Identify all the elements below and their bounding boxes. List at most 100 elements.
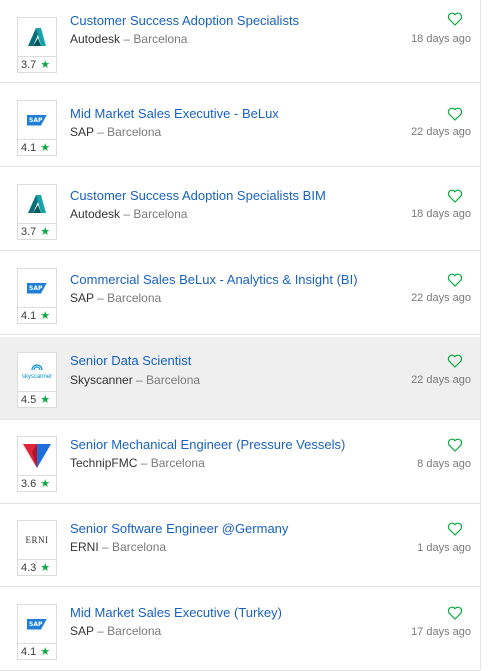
- skyscanner-logo: skyscanner: [17, 352, 57, 392]
- rating-badge: 4.5 ★: [17, 392, 57, 408]
- posted-age: 1 days ago: [417, 542, 471, 554]
- posted-age: 18 days ago: [411, 208, 471, 220]
- company-location: Autodesk – Barcelona: [70, 207, 187, 221]
- skyscanner-sunburst-icon: [31, 364, 43, 371]
- star-icon: ★: [40, 310, 51, 322]
- rating-value: 4.5: [21, 393, 37, 406]
- save-heart-icon[interactable]: [447, 437, 463, 453]
- company-location: Autodesk – Barcelona: [70, 32, 187, 46]
- company-location: ERNI – Barcelona: [70, 540, 166, 554]
- separator: –: [93, 624, 108, 638]
- company-name: TechnipFMC: [70, 456, 138, 470]
- rating-badge: 3.7 ★: [17, 57, 57, 73]
- company-name: ERNI: [70, 540, 99, 554]
- location: Barcelona: [146, 373, 201, 387]
- save-heart-icon[interactable]: [447, 11, 463, 27]
- posted-age: 22 days ago: [411, 126, 471, 138]
- company-location: SAP – Barcelona: [70, 125, 161, 139]
- rating-badge: 4.1 ★: [17, 644, 57, 660]
- location: Barcelona: [112, 540, 167, 554]
- posted-age: 22 days ago: [411, 292, 471, 304]
- separator: –: [98, 540, 113, 554]
- technipfmc-logo: [17, 436, 57, 476]
- job-listing-item[interactable]: SAP 4.1 ★ Commercial Sales BeLux - Analyt…: [0, 252, 480, 335]
- company-location: TechnipFMC – Barcelona: [70, 456, 205, 470]
- rating-value: 3.7: [21, 225, 37, 238]
- posted-age: 22 days ago: [411, 374, 471, 386]
- rating-badge: 4.1 ★: [17, 308, 57, 324]
- rating-value: 4.1: [21, 309, 37, 322]
- location: Barcelona: [133, 32, 188, 46]
- company-name: Autodesk: [70, 32, 121, 46]
- sap-logo: SAP: [17, 268, 57, 308]
- company-location: SAP – Barcelona: [70, 624, 161, 638]
- company-name: SAP: [70, 624, 94, 638]
- location: Barcelona: [107, 624, 162, 638]
- job-title-link[interactable]: Mid Market Sales Executive (Turkey): [70, 605, 282, 620]
- location: Barcelona: [133, 207, 188, 221]
- save-heart-icon[interactable]: [447, 188, 463, 204]
- erni-wordmark: ERNI: [25, 535, 49, 545]
- job-listing-item[interactable]: SAP 4.1 ★ Mid Market Sales Executive - Be…: [0, 84, 480, 167]
- star-icon: ★: [40, 562, 51, 574]
- rating-badge: 3.7 ★: [17, 224, 57, 240]
- erni-logo: ERNI: [17, 520, 57, 560]
- job-title-link[interactable]: Customer Success Adoption Specialists BI…: [70, 188, 326, 203]
- star-icon: ★: [40, 394, 51, 406]
- skyscanner-wordmark: skyscanner: [21, 374, 53, 380]
- posted-age: 8 days ago: [417, 458, 471, 470]
- rating-value: 3.7: [21, 58, 37, 71]
- star-icon: ★: [40, 646, 51, 658]
- save-heart-icon[interactable]: [447, 605, 463, 621]
- sap-logo-mark: SAP: [27, 618, 47, 630]
- separator: –: [120, 207, 134, 221]
- save-heart-icon[interactable]: [447, 353, 463, 369]
- job-title-link[interactable]: Customer Success Adoption Specialists: [70, 13, 299, 28]
- posted-age: 18 days ago: [411, 33, 471, 45]
- job-listing-item[interactable]: 3.7 ★ Customer Success Adoption Specialis…: [0, 0, 480, 83]
- company-name: Skyscanner: [70, 373, 133, 387]
- location: Barcelona: [107, 125, 162, 139]
- separator: –: [132, 373, 147, 387]
- job-title-link[interactable]: Senior Mechanical Engineer (Pressure Ves…: [70, 437, 345, 452]
- autodesk-logo: [17, 17, 57, 57]
- rating-value: 4.3: [21, 561, 37, 574]
- job-listing-item[interactable]: 3.6 ★ Senior Mechanical Engineer (Pressur…: [0, 421, 480, 504]
- save-heart-icon[interactable]: [447, 106, 463, 122]
- job-title-link[interactable]: Senior Data Scientist: [70, 353, 191, 368]
- sap-logo: SAP: [17, 604, 57, 644]
- rating-value: 4.1: [21, 141, 37, 154]
- posted-age: 17 days ago: [411, 626, 471, 638]
- star-icon: ★: [40, 478, 51, 490]
- rating-badge: 4.3 ★: [17, 560, 57, 576]
- company-name: Autodesk: [70, 207, 121, 221]
- sap-logo: SAP: [17, 100, 57, 140]
- rating-badge: 3.6 ★: [17, 476, 57, 492]
- save-heart-icon[interactable]: [447, 521, 463, 537]
- company-location: Skyscanner – Barcelona: [70, 373, 200, 387]
- rating-value: 4.1: [21, 645, 37, 658]
- star-icon: ★: [40, 226, 51, 238]
- separator: –: [137, 456, 151, 470]
- company-location: SAP – Barcelona: [70, 291, 161, 305]
- sap-logo-mark: SAP: [27, 282, 47, 294]
- job-title-link[interactable]: Senior Software Engineer @Germany: [70, 521, 288, 536]
- separator: –: [93, 125, 108, 139]
- save-heart-icon[interactable]: [447, 272, 463, 288]
- star-icon: ★: [40, 59, 51, 71]
- location: Barcelona: [150, 456, 205, 470]
- job-title-link[interactable]: Commercial Sales BeLux - Analytics & Ins…: [70, 272, 358, 287]
- separator: –: [120, 32, 134, 46]
- job-listing-item[interactable]: SAP 4.1 ★ Mid Market Sales Executive (Tur…: [0, 588, 480, 671]
- autodesk-logo: [17, 184, 57, 224]
- job-listing-item-selected[interactable]: skyscanner 4.5 ★ Senior Data Scientist Sk…: [0, 337, 480, 420]
- job-title-link[interactable]: Mid Market Sales Executive - BeLux: [70, 106, 279, 121]
- location: Barcelona: [107, 291, 162, 305]
- star-icon: ★: [40, 142, 51, 154]
- job-listing-item[interactable]: 3.7 ★ Customer Success Adoption Specialis…: [0, 168, 480, 251]
- rating-badge: 4.1 ★: [17, 140, 57, 156]
- separator: –: [93, 291, 108, 305]
- company-name: SAP: [70, 125, 94, 139]
- job-listing-item[interactable]: ERNI 4.3 ★ Senior Software Engineer @Germ…: [0, 504, 480, 587]
- rating-value: 3.6: [21, 477, 37, 490]
